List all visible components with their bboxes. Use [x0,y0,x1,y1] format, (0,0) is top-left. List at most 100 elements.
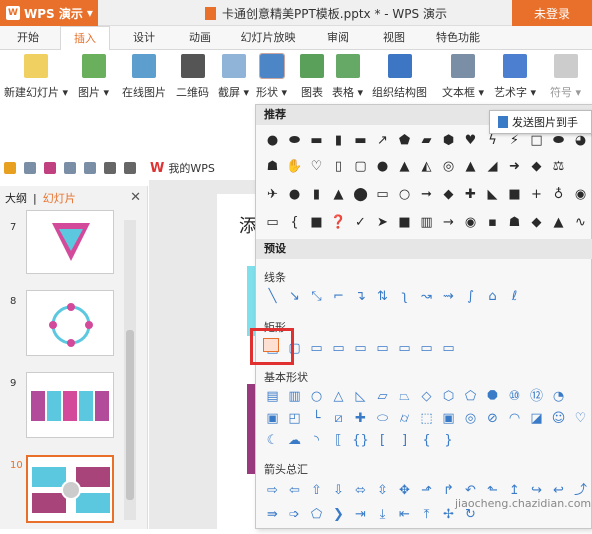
bracket-shape[interactable]: { [286,215,303,229]
oval-shape[interactable]: ○ [308,389,325,403]
cube-shape[interactable]: ⬚ [418,411,435,425]
curved-right-arrow-shape[interactable]: ↪ [528,483,545,497]
bent-arrow-shape[interactable]: ↱ [440,483,457,497]
triangle-shape[interactable]: △ [330,389,347,403]
up-down-arrow-shape[interactable]: ⇳ [374,483,391,497]
pin-shape[interactable]: ◉ [462,215,479,229]
square-shape[interactable]: ▪ [484,215,501,229]
pentagon-arrow-shape[interactable]: ⬠ [308,507,325,521]
diamond-shape[interactable]: ◆ [528,159,545,173]
right-triangle-shape[interactable]: ◺ [352,389,369,403]
new-slide-button[interactable]: 新建幻灯片 ▾ [4,54,68,100]
diamond-shape[interactable]: ◇ [418,389,435,403]
double-arrow-line-shape[interactable]: ⤡ [308,289,325,303]
bird-shape[interactable]: ✈ [264,187,281,201]
rounded-rect-shape[interactable]: ▰ [418,133,435,147]
scribble-shape[interactable]: ℓ [506,289,523,303]
freeform-shape[interactable]: ⌂ [484,289,501,303]
folded-corner-shape[interactable]: ◪ [528,411,545,425]
textbox-shape[interactable]: ▤ [264,389,281,403]
diamond-shape[interactable]: ◆ [528,215,545,229]
mountain-shape[interactable]: ▲ [550,215,567,229]
diamond-shape[interactable]: ◆ [440,187,457,201]
dot-shape[interactable]: ● [374,159,391,173]
slide-thumbnail[interactable] [26,372,114,438]
undo-icon[interactable] [104,162,116,174]
tab-insert[interactable]: 插入 [60,26,110,51]
curve-shape[interactable]: ∫ [462,289,479,303]
up-callout-shape[interactable]: ⤒ [418,507,435,521]
frame-shape[interactable]: ▢ [352,159,369,173]
hand-shape[interactable]: ✋ [286,159,303,173]
chevron-shape[interactable]: ❯ [330,507,347,521]
frame-shape[interactable]: ▣ [264,411,281,425]
heart-outline-shape[interactable]: ♡ [308,159,325,173]
people-shape[interactable]: ☗ [506,215,523,229]
notched-arrow-shape[interactable]: ➩ [286,507,303,521]
circle-shape[interactable]: ● [264,133,281,147]
right-bracket-shape[interactable]: ] [396,433,413,447]
down-callout-shape[interactable]: ⤓ [374,507,391,521]
square-outline-shape[interactable]: □ [528,133,545,147]
people-shape[interactable]: ☗ [264,159,281,173]
drop-shape[interactable]: ⬤ [352,187,369,201]
shape-button[interactable]: 形状 ▾ [256,53,287,100]
can-shape[interactable]: ⌭ [396,411,413,425]
preview-icon[interactable] [84,162,96,174]
pie-shape[interactable]: ◕ [572,133,589,147]
block-arc-shape[interactable]: ◠ [506,411,523,425]
chart-button[interactable]: 图表 [300,54,324,100]
arrow-right-shape[interactable]: → [440,215,457,229]
heart-outline-shape[interactable]: ♡ [572,411,589,425]
plaque-shape[interactable]: ⬭ [374,411,391,425]
slide-thumbnail-selected[interactable] [26,455,114,523]
down-arrow-shape[interactable]: ⇩ [330,483,347,497]
octagon-shape[interactable]: ⯃ [484,389,501,403]
cross-shape[interactable]: + [528,187,545,201]
snip-diagonal-shape[interactable]: ▭ [352,341,369,355]
double-bracket-shape[interactable]: ⟦ [330,433,347,447]
square-shape[interactable]: ■ [396,215,413,229]
heart-shape[interactable]: ♥ [462,133,479,147]
triangle-shape[interactable]: ▲ [396,159,413,173]
round-single-corner-shape[interactable]: ▭ [396,341,413,355]
login-button[interactable]: 未登录 [512,0,592,26]
square-shape[interactable]: ■ [308,215,325,229]
square-shape[interactable]: ■ [506,187,523,201]
table-button[interactable]: 表格 ▾ [332,54,363,100]
triangle-shape[interactable]: ▲ [330,187,347,201]
right-arrow-shape[interactable]: ⇨ [264,483,281,497]
oval-shape[interactable]: ⬬ [550,133,567,147]
double-brace-shape[interactable]: {} [352,433,369,447]
capsule-shape[interactable]: ▬ [308,133,325,147]
fill-triangle-shape[interactable]: ◢ [484,159,501,173]
vertical-textbox-shape[interactable]: ▥ [286,389,303,403]
wordart-button[interactable]: 艺术字 ▾ [494,54,536,100]
trapezoid-shape[interactable]: ⏢ [396,389,413,403]
moon-shape[interactable]: ☾ [264,433,281,447]
phone-shape[interactable]: ▯ [330,159,347,173]
slide-thumbnail[interactable] [26,210,114,274]
open-icon[interactable] [4,162,16,174]
ring-shape[interactable]: ◉ [572,187,589,201]
save-icon[interactable] [24,162,36,174]
hexagon-shape[interactable]: ⬢ [440,133,457,147]
half-frame-shape[interactable]: ◰ [286,411,303,425]
arrow-line-shape[interactable]: ↘ [286,289,303,303]
arrow-right-shape[interactable]: ➞ [418,187,435,201]
round-same-side-shape[interactable]: ▭ [418,341,435,355]
dodecagon-shape[interactable]: ⑫ [528,389,545,403]
print-preview-icon[interactable] [44,162,56,174]
tab-review[interactable]: 审阅 [318,26,358,50]
close-icon[interactable]: ✕ [130,190,141,205]
round-diagonal-shape[interactable]: ▭ [440,341,457,355]
heptagon-shape[interactable]: ⬠ [462,389,479,403]
elbow-arrow-shape[interactable]: ↴ [352,289,369,303]
decagon-shape[interactable]: ⑩ [506,389,523,403]
left-arrow-shape[interactable]: ⇦ [286,483,303,497]
picture-button[interactable]: 图片 ▾ [78,54,109,100]
arrow-right-shape[interactable]: ➤ [374,215,391,229]
symbol-button[interactable]: 符号 ▾ [550,54,581,100]
elbow-double-arrow-shape[interactable]: ⇅ [374,289,391,303]
quad-arrow-shape[interactable]: ✥ [396,483,413,497]
